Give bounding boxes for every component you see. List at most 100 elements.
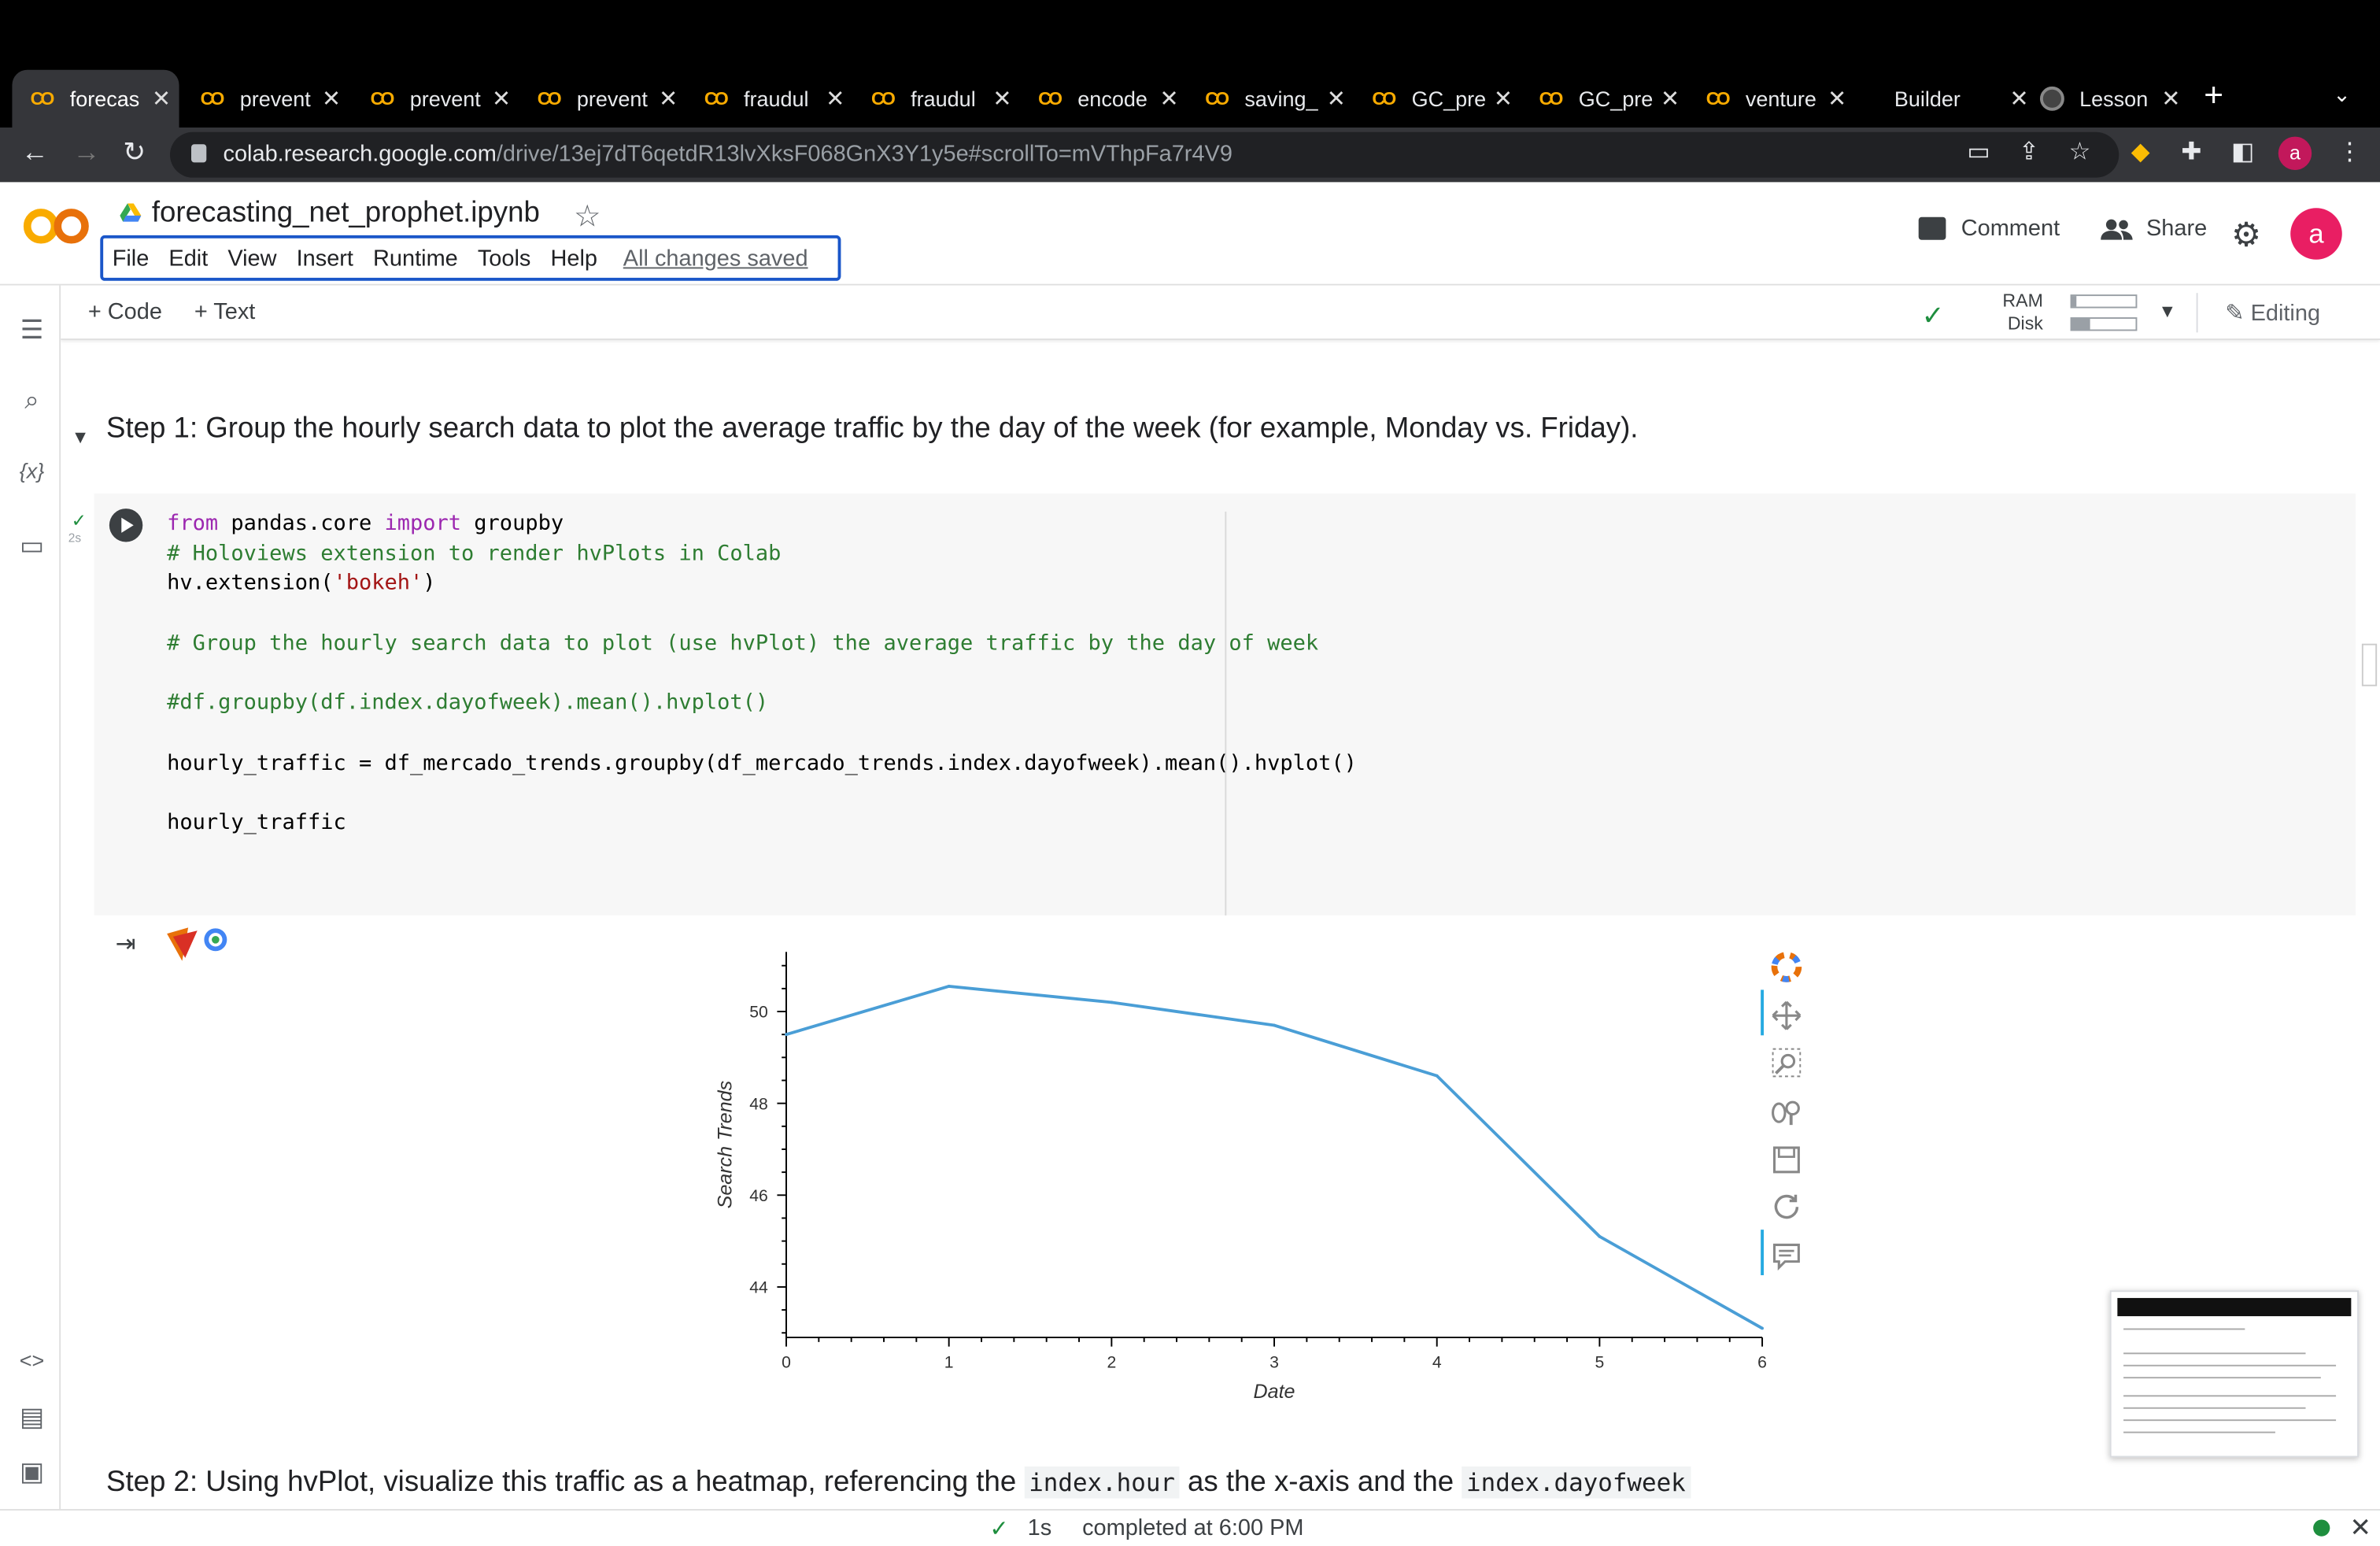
browser-tab[interactable]: Lesson ✕ <box>2022 70 2189 128</box>
holoviews-bokeh-logo <box>167 927 227 961</box>
close-tab-icon[interactable]: ✕ <box>1494 85 1521 113</box>
box-zoom-icon[interactable] <box>1770 1046 1803 1079</box>
share-page-icon[interactable]: ⇪ <box>2019 137 2039 168</box>
command-palette-icon[interactable]: ▤ <box>15 1403 48 1433</box>
browser-tab[interactable]: CO venture ✕ <box>1688 70 1855 128</box>
close-tab-icon[interactable]: ✕ <box>2161 85 2189 113</box>
section-collapse-icon[interactable]: ▼ <box>72 427 90 448</box>
menu-runtime[interactable]: Runtime <box>373 245 458 271</box>
browser-tab[interactable]: CO prevent ✕ <box>182 70 349 128</box>
add-code-cell-button[interactable]: + Code <box>88 299 162 325</box>
browser-tab[interactable]: CO prevent ✕ <box>519 70 686 128</box>
save-status-link[interactable]: All changes saved <box>623 245 808 271</box>
wheel-zoom-icon[interactable] <box>1770 1094 1803 1127</box>
save-icon[interactable] <box>1770 1143 1803 1176</box>
colab-favicon-icon: CO <box>704 87 729 109</box>
colab-favicon-icon: CO <box>1539 87 1564 109</box>
close-tab-icon[interactable]: ✕ <box>826 85 853 113</box>
add-text-cell-button[interactable]: + Text <box>194 299 255 325</box>
bokeh-logo-icon[interactable] <box>1770 950 1803 983</box>
url-text[interactable]: colab.research.google.com/drive/13ej7dT6… <box>223 141 1232 167</box>
comment-icon <box>1918 216 1946 240</box>
tab-search-icon[interactable]: ⌄ <box>2333 82 2351 108</box>
menu-edit[interactable]: Edit <box>168 245 208 271</box>
chart-svg: 44 46 48 50 0 1 2 3 4 5 6 Date Search Trends <box>715 952 1767 1403</box>
line-chart[interactable]: 44 46 48 50 0 1 2 3 4 5 6 Date Search Trends <box>698 941 1852 1412</box>
chrome-menu-icon[interactable]: ⋮ <box>2338 137 2362 168</box>
code-editor[interactable]: from pandas.core import groupby # Holovie… <box>167 510 1357 839</box>
new-tab-button[interactable]: + <box>2204 76 2223 115</box>
menu-tools[interactable]: Tools <box>478 245 531 271</box>
runtime-dropdown-icon[interactable]: ▼ <box>2158 301 2176 322</box>
browser-tab[interactable]: Builder ✕ <box>1870 70 2037 128</box>
close-tab-icon[interactable]: ✕ <box>659 85 686 113</box>
variables-icon[interactable]: {x} <box>15 458 48 483</box>
data-point <box>947 985 951 988</box>
google-drive-icon[interactable] <box>120 203 142 223</box>
profile-avatar[interactable]: a <box>2278 136 2312 170</box>
browser-tab[interactable]: CO encode ✕ <box>1020 70 1187 128</box>
minimap-thumbnail[interactable] <box>2109 1290 2359 1458</box>
browser-tab[interactable]: CO GC_pre ✕ <box>1354 70 1521 128</box>
ram-usage-bar <box>2070 294 2138 309</box>
bookmark-star-icon[interactable]: ☆ <box>2069 137 2091 168</box>
share-button[interactable]: Share <box>2101 216 2207 242</box>
ram-disk-indicator[interactable]: ✓ RAM Disk ▼ <box>1922 288 2180 337</box>
browser-tab[interactable]: CO GC_pre ✕ <box>1521 70 1687 128</box>
notebook-title[interactable]: forecasting_net_prophet.ipynb <box>152 198 540 231</box>
star-icon[interactable]: ☆ <box>574 198 601 235</box>
browser-tab[interactable]: CO fraudul ✕ <box>853 70 1020 128</box>
close-tab-icon[interactable]: ✕ <box>1828 85 1855 113</box>
comment-button[interactable]: Comment <box>1918 216 2060 242</box>
browser-tab[interactable]: CO saving_ ✕ <box>1187 70 1354 128</box>
close-tab-icon[interactable]: ✕ <box>1327 85 1354 113</box>
run-cell-button[interactable] <box>109 509 143 542</box>
colab-logo[interactable] <box>21 203 91 249</box>
table-of-contents-icon[interactable]: ☰ <box>15 316 48 346</box>
browser-tab[interactable]: CO prevent ✕ <box>352 70 519 128</box>
search-icon[interactable]: ⌕ <box>15 386 48 416</box>
files-folder-icon[interactable]: ▭ <box>15 531 48 562</box>
back-icon[interactable]: ← <box>21 137 49 168</box>
colab-favicon-icon: CO <box>30 87 55 109</box>
status-duration: 1s <box>1027 1515 1052 1541</box>
y-tick-label: 50 <box>749 1004 768 1022</box>
reload-icon[interactable]: ↻ <box>123 137 146 168</box>
tab-label: saving_ <box>1244 86 1318 111</box>
reset-icon[interactable] <box>1770 1190 1803 1223</box>
close-tab-icon[interactable]: ✕ <box>322 85 349 113</box>
data-point <box>1273 1023 1276 1027</box>
editing-mode-button[interactable]: ✎ Editing <box>2225 299 2320 327</box>
pan-icon[interactable] <box>1770 999 1803 1032</box>
close-status-icon[interactable]: ✕ <box>2349 1514 2371 1544</box>
sidepanel-icon[interactable]: ◧ <box>2231 137 2254 168</box>
hover-tooltip-icon[interactable] <box>1770 1239 1803 1272</box>
code-line: hourly_traffic <box>167 810 346 835</box>
browser-tab[interactable]: CO fraudul ✕ <box>686 70 853 128</box>
close-tab-icon[interactable]: ✕ <box>152 85 179 113</box>
close-tab-icon[interactable]: ✕ <box>992 85 1020 113</box>
pencil-icon: ✎ <box>2225 300 2251 327</box>
cast-icon[interactable]: ▭ <box>1967 137 1990 168</box>
puzzle-icon[interactable]: ✚ <box>2181 137 2201 168</box>
menu-help[interactable]: Help <box>550 245 597 271</box>
browser-tab[interactable]: CO forecas ✕ <box>12 69 179 128</box>
output-actions-icon[interactable]: ⇥ <box>116 929 136 960</box>
close-tab-icon[interactable]: ✕ <box>1159 85 1187 113</box>
address-bar[interactable]: colab.research.google.com/drive/13ej7dT6… <box>169 131 2119 178</box>
scrollbar-thumb[interactable] <box>2361 643 2378 686</box>
forward-icon[interactable]: → <box>73 137 101 168</box>
menu-insert[interactable]: Insert <box>297 245 353 271</box>
user-avatar[interactable]: a <box>2290 208 2342 260</box>
close-tab-icon[interactable]: ✕ <box>1661 85 1688 113</box>
menu-file[interactable]: File <box>113 245 150 271</box>
settings-gear-icon[interactable]: ⚙ <box>2231 216 2261 255</box>
code-snippets-icon[interactable]: <> <box>15 1348 48 1373</box>
terminal-icon[interactable]: ▣ <box>15 1457 48 1488</box>
tab-label: prevent <box>409 86 481 111</box>
close-tab-icon[interactable]: ✕ <box>492 85 519 113</box>
code-line: from pandas.core import groupby <box>167 511 564 536</box>
menu-view[interactable]: View <box>227 245 276 271</box>
extension-icon[interactable]: ◆ <box>2131 137 2150 168</box>
